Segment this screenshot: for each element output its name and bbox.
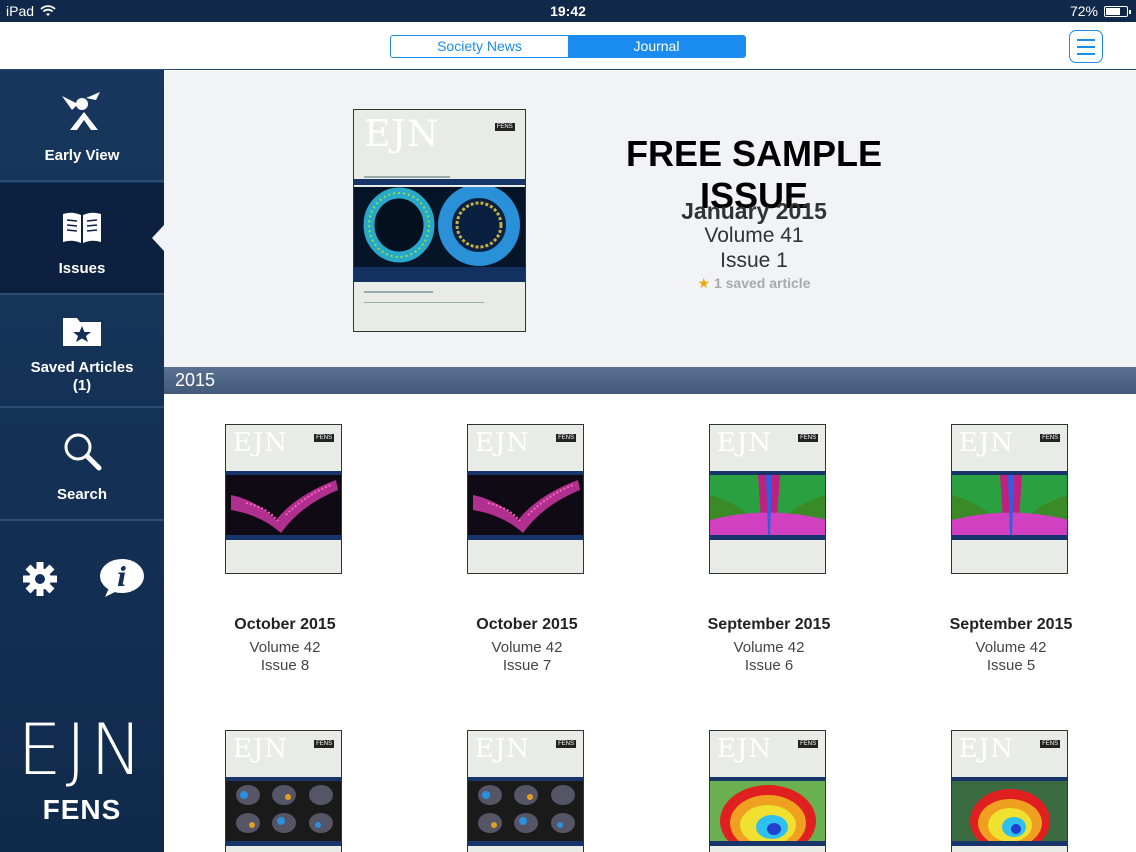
cover-artwork [468, 475, 583, 535]
cover-artwork [952, 475, 1067, 536]
flying-article-icon [62, 92, 100, 130]
issue-date: September 2015 [949, 616, 1073, 633]
sidebar-item-label: Saved Articles [30, 359, 134, 376]
issue-number: Issue 8 [260, 657, 310, 674]
year-section-header: 2015 [164, 367, 1136, 394]
status-time: 19:42 [550, 3, 586, 19]
segment-society-news[interactable]: Society News [391, 36, 568, 57]
cover-title: EJN [716, 733, 773, 764]
issue-number: Issue 5 [986, 657, 1036, 674]
cover-title: EJN [474, 733, 531, 764]
sidebar-item-label: Early View [44, 147, 120, 164]
cover-artwork [710, 781, 825, 852]
saved-articles-count: (1) [72, 377, 92, 394]
issue-grid: EJN FENS October 2015 Volume 42 Issue 8 … [164, 394, 1136, 852]
battery-icon [1104, 5, 1131, 17]
featured-issue-number: Issue 1 [720, 249, 788, 272]
status-bar: iPad 19:42 72% [0, 0, 1136, 22]
issue-number: Issue 7 [502, 657, 552, 674]
hamburger-menu-icon[interactable] [1069, 30, 1103, 63]
issue-date: October 2015 [234, 616, 336, 633]
sidebar: Early View Issues Saved Articles (1) Sea… [0, 70, 164, 852]
cover-artwork [710, 475, 825, 536]
ejn-logo: EJN [17, 709, 147, 791]
active-indicator [152, 225, 164, 251]
fens-badge: FENS [494, 123, 515, 132]
featured-saved-count: ★ 1 saved article [697, 275, 811, 291]
cover-artwork [952, 781, 1067, 852]
magnifier-icon [64, 433, 102, 471]
cover-title: EJN [232, 427, 289, 458]
cover-artwork [468, 781, 583, 841]
fens-logo: FENS [42, 794, 122, 825]
top-nav-bar: Society News Journal [0, 22, 1136, 70]
issue-cover-image[interactable]: EJN FENS [709, 730, 826, 852]
cover-artwork [354, 184, 525, 267]
sidebar-item-saved-articles[interactable]: Saved Articles (1) [0, 296, 164, 408]
info-bubble-icon[interactable]: i [99, 558, 145, 598]
issue-volume: Volume 42 [975, 639, 1047, 656]
sidebar-tools: i [0, 522, 164, 602]
issue-cover-image[interactable]: EJN FENS [467, 424, 584, 574]
issue-volume: Volume 42 [249, 639, 321, 656]
cover-title: EJN [474, 427, 531, 458]
svg-text:i: i [117, 563, 127, 593]
star-folder-icon [63, 318, 101, 346]
segment-journal[interactable]: Journal [568, 36, 745, 57]
cover-title: EJN [232, 733, 289, 764]
sidebar-item-search[interactable]: Search [0, 409, 164, 521]
issue-date: October 2015 [476, 616, 578, 633]
cover-artwork [226, 781, 341, 841]
issue-volume: Volume 42 [491, 639, 563, 656]
issue-cover-image[interactable]: EJN FENS [709, 424, 826, 574]
featured-cover-image[interactable]: EJN FENS [353, 109, 526, 332]
open-book-icon [63, 212, 101, 243]
sidebar-item-label: Issues [58, 260, 106, 277]
issue-cover-image[interactable]: EJN FENS [225, 730, 342, 852]
sidebar-item-issues[interactable]: Issues [0, 183, 164, 295]
issue-cover-image[interactable]: EJN FENS [225, 424, 342, 574]
sidebar-item-label: Search [56, 486, 108, 503]
star-icon: ★ [697, 275, 711, 291]
featured-date: January 2015 [681, 198, 827, 224]
section-segmented-control: Society News Journal [390, 35, 746, 58]
gear-icon[interactable] [21, 560, 59, 598]
cover-title: EJN [958, 427, 1015, 458]
cover-title: EJN [958, 733, 1015, 764]
issue-cover-image[interactable]: EJN FENS [951, 424, 1068, 574]
issue-number: Issue 6 [744, 657, 794, 674]
featured-volume: Volume 41 [704, 224, 804, 247]
issue-date: September 2015 [707, 616, 831, 633]
issue-cover-image[interactable]: EJN FENS [467, 730, 584, 852]
battery-percent: 72% [1069, 3, 1098, 19]
sidebar-brand: EJN FENS [0, 710, 164, 826]
sidebar-item-early-view[interactable]: Early View [0, 70, 164, 182]
cover-artwork [226, 475, 341, 535]
issue-cover-image[interactable]: EJN FENS [951, 730, 1068, 852]
cover-title: EJN [364, 114, 440, 156]
issue-volume: Volume 42 [733, 639, 805, 656]
featured-issue[interactable]: EJN FENS FREE SAMPLE ISSUE January 2015 … [164, 71, 1136, 367]
cover-title: EJN [716, 427, 773, 458]
